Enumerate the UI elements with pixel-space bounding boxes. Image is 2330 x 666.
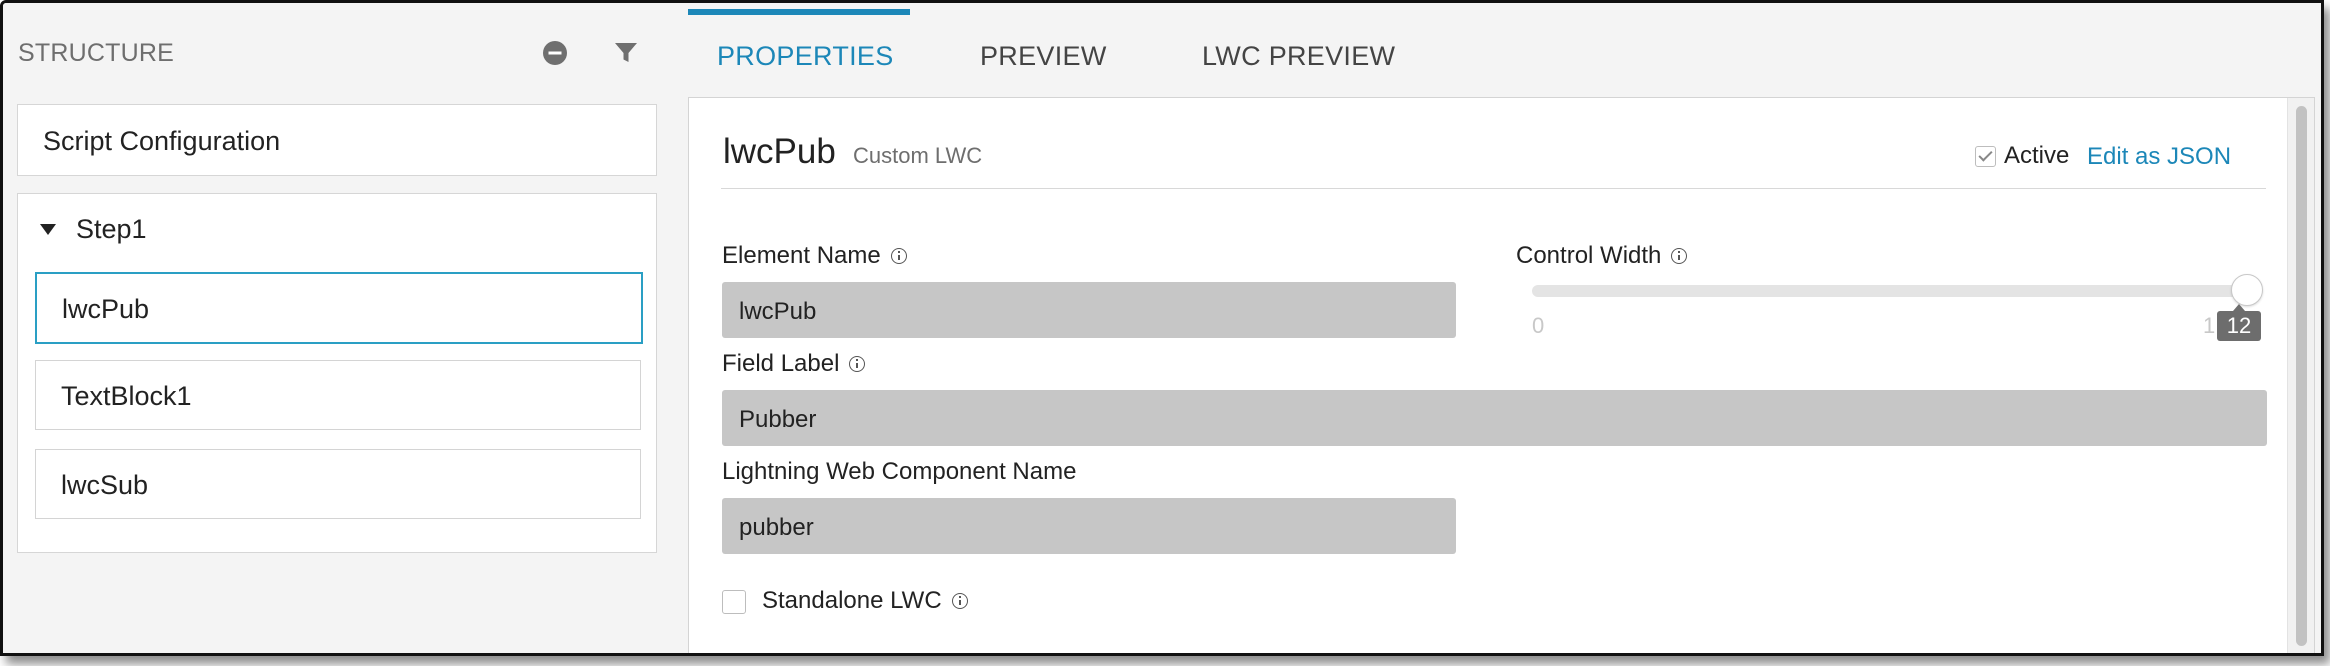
active-label: Active — [2004, 142, 2070, 169]
standalone-lwc-label: Standalone LWC — [762, 587, 942, 614]
filter-icon — [615, 43, 637, 62]
caret-down-icon — [40, 224, 56, 235]
field-label-value: Pubber — [739, 406, 817, 433]
control-width-label: Control Width — [1516, 242, 1662, 269]
structure-title: STRUCTURE — [18, 39, 174, 67]
tab-preview[interactable]: PREVIEW — [980, 41, 1107, 72]
checkbox-icon[interactable] — [1975, 145, 1996, 167]
structure-item-lwcpub[interactable]: lwcPub — [35, 272, 643, 344]
lwc-name-field[interactable]: pubber — [722, 498, 1456, 554]
field-label-label: Field Label — [722, 350, 840, 377]
info-icon[interactable] — [1671, 248, 1688, 264]
field-label-label-row: Field Label — [722, 350, 866, 378]
slider-min-label: 0 — [1532, 313, 1545, 338]
edit-as-json-link[interactable]: Edit as JSON — [2087, 143, 2231, 171]
info-icon[interactable] — [890, 248, 907, 264]
script-configuration-label: Script Configuration — [43, 126, 281, 156]
properties-scrollbar[interactable] — [2287, 98, 2314, 653]
element-name-label: Element Name — [722, 242, 881, 269]
structure-panel: STRUCTURE Script Configuration Step1 lwc… — [3, 3, 675, 653]
standalone-lwc-checkbox[interactable] — [722, 590, 746, 614]
minus-circle-icon — [543, 41, 567, 65]
header-divider — [721, 188, 2266, 189]
app-window: STRUCTURE Script Configuration Step1 lwc… — [0, 0, 2324, 656]
structure-item-label: TextBlock1 — [61, 381, 192, 411]
field-label-input[interactable]: Pubber — [722, 390, 2267, 446]
tab-bar: PROPERTIES PREVIEW LWC PREVIEW — [688, 3, 2318, 98]
collapse-all-button[interactable] — [539, 37, 571, 69]
info-icon[interactable] — [849, 356, 866, 372]
active-toggle[interactable]: Active — [1975, 142, 2069, 170]
control-width-slider-track[interactable] — [1532, 285, 2242, 297]
control-width-label-row: Control Width — [1516, 242, 1688, 270]
slider-value-tooltip: 12 — [2217, 304, 2261, 341]
step-container: Step1 lwcPub TextBlock1 lwcSub — [17, 193, 657, 553]
structure-item-lwcsub[interactable]: lwcSub — [35, 449, 641, 519]
element-name-value: lwcPub — [739, 298, 817, 325]
lwc-name-label-row: Lightning Web Component Name — [722, 458, 1076, 486]
standalone-lwc-label-row: Standalone LWC — [762, 587, 968, 615]
info-icon[interactable] — [951, 593, 968, 609]
structure-item-label: lwcPub — [62, 294, 150, 324]
properties-panel: lwcPub Custom LWC Active Edit as JSON El… — [688, 97, 2315, 653]
tab-properties[interactable]: PROPERTIES — [717, 41, 894, 72]
lwc-name-label: Lightning Web Component Name — [722, 458, 1077, 485]
structure-item-label: lwcSub — [61, 470, 149, 500]
script-configuration-item[interactable]: Script Configuration — [17, 104, 657, 176]
lwc-name-value: pubber — [739, 514, 814, 541]
step-label: Step1 — [76, 214, 147, 244]
slider-max-label: 1 — [2203, 313, 2216, 338]
active-tab-indicator — [688, 9, 910, 15]
element-type: Custom LWC — [853, 143, 983, 168]
element-name-label-row: Element Name — [722, 242, 907, 270]
element-title: lwcPub — [723, 132, 836, 171]
filter-button[interactable] — [610, 37, 642, 69]
scrollbar-thumb[interactable] — [2296, 106, 2307, 646]
tab-lwc-preview[interactable]: LWC PREVIEW — [1202, 41, 1395, 72]
step-header[interactable]: Step1 — [40, 214, 147, 245]
element-name-field[interactable]: lwcPub — [722, 282, 1456, 338]
control-width-slider-handle[interactable] — [2231, 274, 2263, 306]
structure-item-textblock1[interactable]: TextBlock1 — [35, 360, 641, 430]
